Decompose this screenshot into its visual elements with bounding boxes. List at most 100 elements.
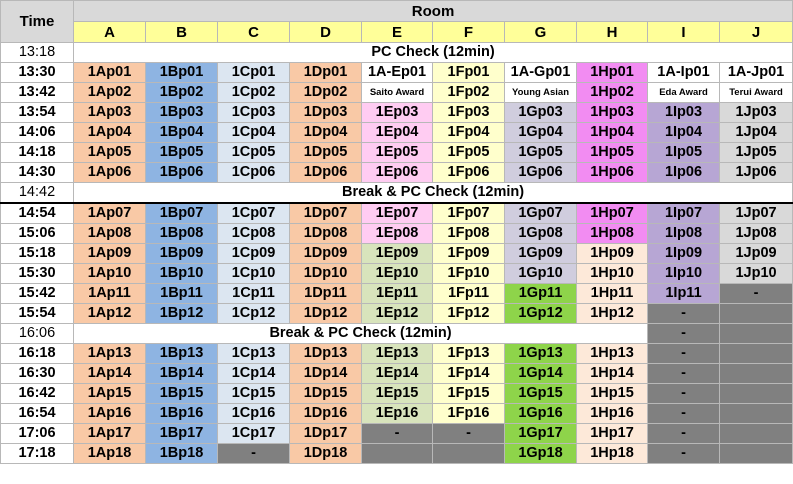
session-cell-empty <box>718 443 793 464</box>
session-cell: 1Fp09 <box>432 243 505 264</box>
session-cell: 1Ip06 <box>647 162 720 183</box>
session-cell: 1Ap04 <box>73 122 146 143</box>
session-cell: 1Ap17 <box>73 423 146 444</box>
session-cell: 1Jp06 <box>718 162 793 183</box>
schedule-row: 16:06 Break & PC Check (12min) - <box>0 323 793 344</box>
session-cell: 1Gp05 <box>504 142 577 163</box>
room-header-a: A <box>73 21 146 43</box>
schedule-row: 16:54 1Ap16 1Bp16 1Cp16 1Dp16 1Ep16 1Fp16 1Gp16… <box>0 403 793 424</box>
session-cell: 1Ep12 <box>361 303 433 324</box>
session-cell: 1Gp18 <box>504 443 577 464</box>
schedule-row: 14:18 1Ap05 1Bp05 1Cp05 1Dp05 1Ep05 1Fp05 1Gp05… <box>0 142 793 163</box>
session-cell: 1Bp06 <box>145 162 218 183</box>
schedule-body: 13:18 PC Check (12min) 13:30 1Ap01 1Bp01 1Cp0… <box>0 42 793 464</box>
schedule-table-container: Time Room ABCDEFGHIJ 13:18 PC Check (12mi… <box>0 0 793 464</box>
session-cell: 1Fp01 <box>432 62 505 83</box>
time-slot: 14:42 <box>0 182 74 204</box>
session-cell: 1Ap01 <box>73 62 146 83</box>
session-cell: 1Cp03 <box>217 102 290 123</box>
session-schedule-table: Time Room ABCDEFGHIJ 13:18 PC Check (12mi… <box>0 0 793 464</box>
session-cell: 1Gp10 <box>504 263 577 284</box>
session-cell: 1Hp04 <box>576 122 648 143</box>
time-slot: 13:42 <box>0 82 74 103</box>
session-cell: 1Gp16 <box>504 403 577 424</box>
session-cell: 1Bp16 <box>145 403 218 424</box>
session-cell: 1Bp05 <box>145 142 218 163</box>
room-header: Room <box>72 0 793 22</box>
session-cell: 1Jp04 <box>718 122 793 143</box>
session-cell: 1Cp05 <box>217 142 290 163</box>
session-cell: 1Fp16 <box>432 403 505 424</box>
session-cell-empty <box>718 343 793 364</box>
session-cell: 1Ep11 <box>361 283 433 304</box>
session-cell: 1Ap07 <box>73 202 146 224</box>
session-cell: 1Jp10 <box>718 263 793 284</box>
session-cell: 1Ip08 <box>647 223 720 244</box>
session-cell: 1Dp13 <box>289 343 362 364</box>
award-session-cell: Saito Award <box>361 82 433 103</box>
session-cell: 1Hp07 <box>576 202 648 224</box>
session-cell-empty: - <box>647 443 720 464</box>
session-cell: 1Dp15 <box>289 383 362 404</box>
session-cell: 1Jp09 <box>718 243 793 264</box>
room-header-h: H <box>576 21 648 43</box>
schedule-row: 15:30 1Ap10 1Bp10 1Cp10 1Dp10 1Ep10 1Fp10 1Gp10… <box>0 263 793 284</box>
time-slot: 15:42 <box>0 283 74 304</box>
award-session-cell: 1A-Jp01 <box>718 62 793 83</box>
schedule-row: 14:30 1Ap06 1Bp06 1Cp06 1Dp06 1Ep06 1Fp06 1Gp06… <box>0 162 793 183</box>
session-cell-empty <box>718 303 793 324</box>
session-cell: 1Fp06 <box>432 162 505 183</box>
time-slot: 13:18 <box>0 42 74 63</box>
session-cell: 1Bp04 <box>145 122 218 143</box>
session-cell: 1Dp11 <box>289 283 362 304</box>
time-slot: 16:18 <box>0 343 74 364</box>
session-cell: 1Bp09 <box>145 243 218 264</box>
room-header-g: G <box>504 21 577 43</box>
session-cell: 1Ap12 <box>73 303 146 324</box>
session-cell-empty: - <box>647 403 720 424</box>
session-cell: 1Dp01 <box>289 62 362 83</box>
session-cell: 1Dp16 <box>289 403 362 424</box>
session-cell: 1Hp01 <box>576 62 648 83</box>
schedule-row: 14:42 Break & PC Check (12min) <box>0 182 793 204</box>
award-session-cell: Eda Award <box>647 82 720 103</box>
session-cell: 1Ep04 <box>361 122 433 143</box>
session-cell: 1Hp12 <box>576 303 648 324</box>
session-cell: 1Ap14 <box>73 363 146 384</box>
session-cell: 1Ep07 <box>361 202 433 224</box>
session-cell: 1Hp14 <box>576 363 648 384</box>
room-header-e: E <box>361 21 433 43</box>
session-cell: 1Ip05 <box>647 142 720 163</box>
session-cell: 1Bp12 <box>145 303 218 324</box>
session-cell: 1Ap13 <box>73 343 146 364</box>
schedule-row: 15:18 1Ap09 1Bp09 1Cp09 1Dp09 1Ep09 1Fp09 1Gp09… <box>0 243 793 264</box>
session-cell: 1Hp16 <box>576 403 648 424</box>
time-slot: 17:18 <box>0 443 74 464</box>
session-cell: 1Dp08 <box>289 223 362 244</box>
schedule-row: 13:42 1Ap02 1Bp02 1Cp02 1Dp02 Saito Award 1Fp0… <box>0 82 793 103</box>
time-slot: 15:30 <box>0 263 74 284</box>
session-cell: 1Fp14 <box>432 363 505 384</box>
session-cell: 1Ep09 <box>361 243 433 264</box>
session-cell: 1Cp04 <box>217 122 290 143</box>
session-cell: 1Bp07 <box>145 202 218 224</box>
schedule-row: 13:54 1Ap03 1Bp03 1Cp03 1Dp03 1Ep03 1Fp03 1Gp03… <box>0 102 793 123</box>
session-cell: 1Dp09 <box>289 243 362 264</box>
session-cell: 1Fp04 <box>432 122 505 143</box>
session-cell: 1Bp15 <box>145 383 218 404</box>
time-slot: 14:54 <box>0 202 74 224</box>
session-cell: 1Ep05 <box>361 142 433 163</box>
session-cell: 1Cp07 <box>217 202 290 224</box>
time-slot: 16:30 <box>0 363 74 384</box>
session-cell: 1Cp13 <box>217 343 290 364</box>
room-header-i: I <box>647 21 720 43</box>
session-cell: 1Cp17 <box>217 423 290 444</box>
session-cell: 1Ap15 <box>73 383 146 404</box>
session-cell: 1Cp08 <box>217 223 290 244</box>
session-cell: 1Bp17 <box>145 423 218 444</box>
session-cell: 1Ap08 <box>73 223 146 244</box>
session-cell: 1Ep08 <box>361 223 433 244</box>
session-cell: 1Gp07 <box>504 202 577 224</box>
session-cell: 1Bp13 <box>145 343 218 364</box>
session-cell: 1Cp01 <box>217 62 290 83</box>
